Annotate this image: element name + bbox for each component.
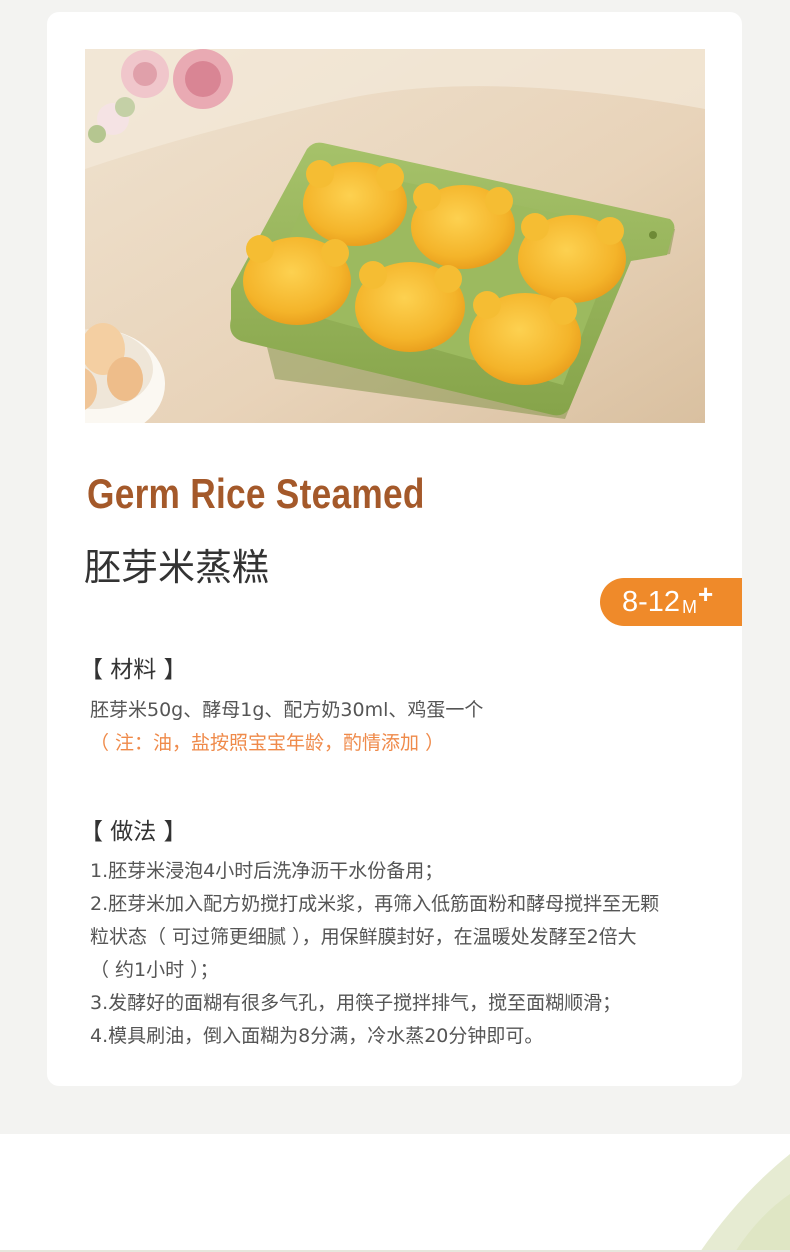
age-badge: 8-12 M + (600, 578, 742, 626)
method-step-line: 4.模具刷油，倒入面糊为8分满，冷水蒸20分钟即可。 (90, 1025, 544, 1047)
recipe-title-chinese: 胚芽米蒸糕 (84, 546, 269, 589)
ingredients-heading: 【 材料 】 (80, 657, 187, 683)
method-step-line: 3.发酵好的面糊有很多气孔，用筷子搅拌排气，搅至面糊顺滑； (90, 992, 622, 1014)
method-step-line: （ 约1小时 ）； (90, 959, 219, 981)
recipe-photo (85, 49, 705, 423)
recipe-title-english: Germ Rice Steamed (87, 470, 425, 517)
recipe-card: Germ Rice Steamed 胚芽米蒸糕 【 材料 】 胚芽米50g、酵母… (47, 12, 742, 1086)
method-heading: 【 做法 】 (80, 819, 187, 845)
method-steps: 1.胚芽米浸泡4小时后洗净沥干水份备用； 2.胚芽米加入配方奶搅打成米浆，再筛入… (90, 855, 659, 1053)
method-step-line: 1.胚芽米浸泡4小时后洗净沥干水份备用； (90, 860, 444, 882)
corner-leaf-decoration (700, 1154, 790, 1252)
age-unit: M (682, 596, 698, 617)
method-step-line: 粒状态（ 可过筛更细腻 ），用保鲜膜封好，在温暖处发酵至2倍大 (90, 926, 637, 948)
ingredients-list: 胚芽米50g、酵母1g、配方奶30ml、鸡蛋一个 (90, 699, 484, 721)
age-range: 8-12 (622, 585, 681, 618)
footer-band (0, 1134, 790, 1252)
age-plus: + (698, 578, 714, 609)
method-step-line: 2.胚芽米加入配方奶搅打成米浆，再筛入低筋面粉和酵母搅拌至无颗 (90, 893, 660, 915)
steamed-cake-mold-image (85, 49, 705, 423)
ingredients-note: （ 注：油，盐按照宝宝年龄，酌情添加 ） (90, 732, 445, 754)
